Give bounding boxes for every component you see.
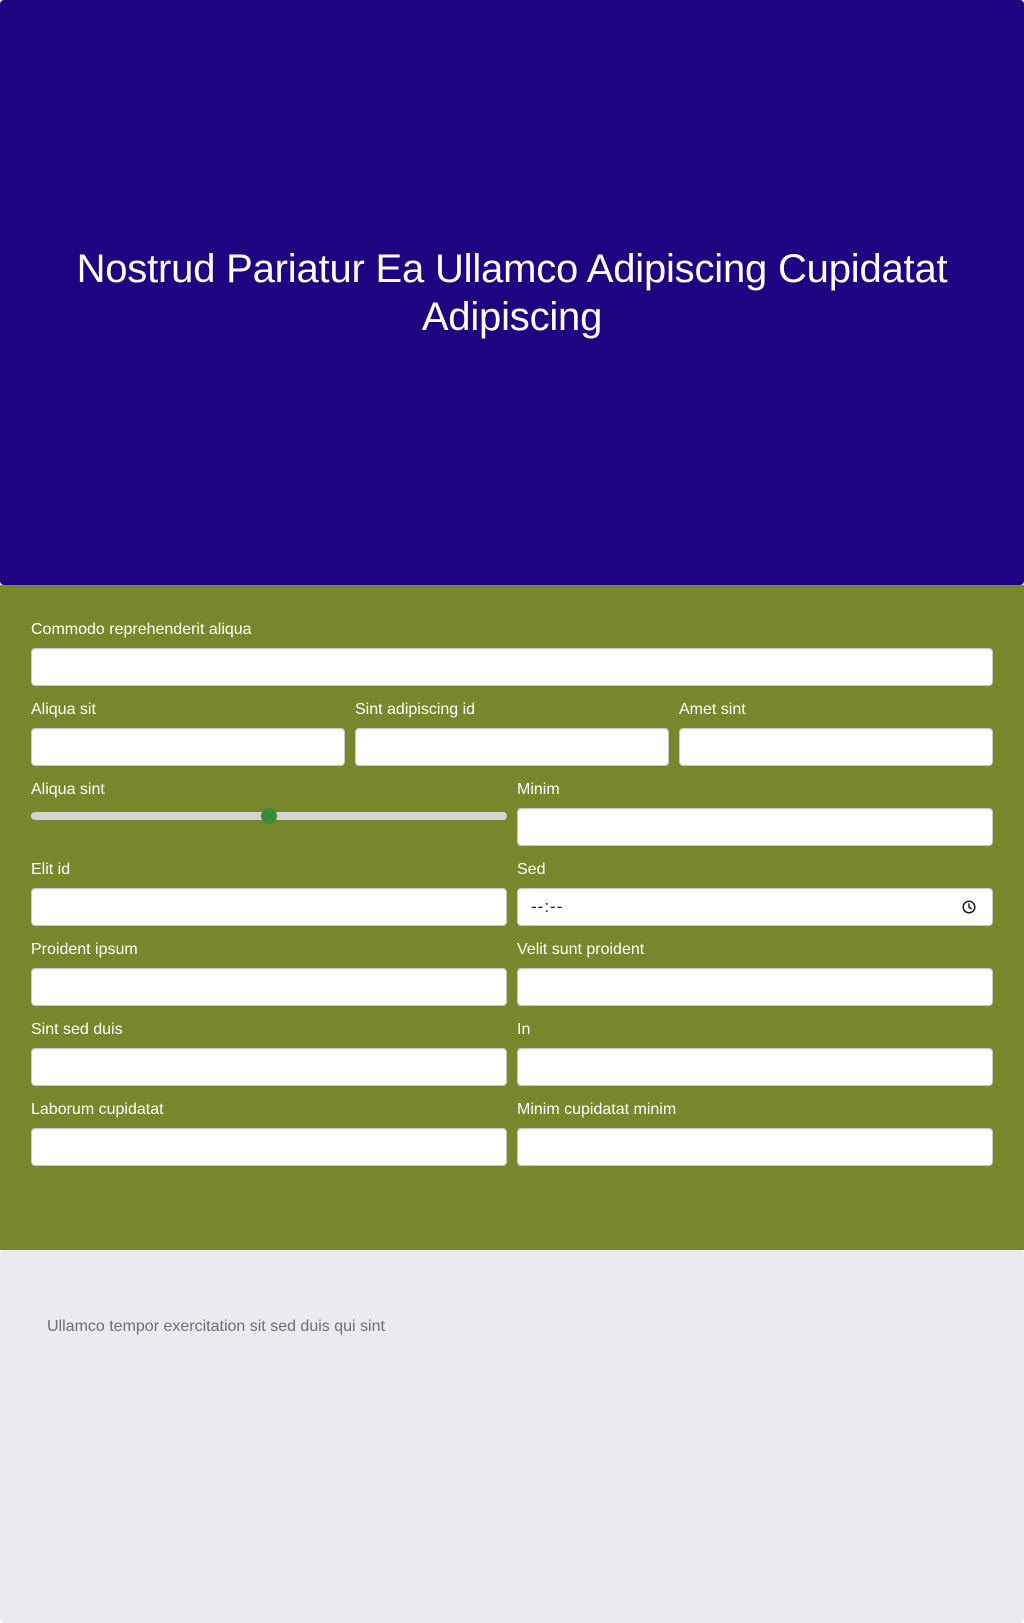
form-row: Proident ipsum Velit sunt proident [31, 940, 993, 1006]
field-label: Minim [517, 781, 560, 798]
hero-banner: Nostrud Pariatur Ea Ullamco Adipiscing C… [0, 0, 1024, 585]
field-sed: Sed --:-- [517, 860, 993, 926]
field-label: Aliqua sint [31, 781, 105, 798]
field-label: Sint sed duis [31, 1021, 123, 1038]
form-row: Sint sed duis In [31, 1020, 993, 1086]
field-label: Sint adipiscing id [355, 701, 476, 718]
aliqua-sint-slider[interactable] [31, 808, 507, 846]
field-aliqua-sit: Aliqua sit [31, 700, 345, 766]
velit-sunt-input[interactable] [517, 968, 993, 1006]
minim-cupidatat-input[interactable] [517, 1128, 993, 1166]
footer-section: Ullamco tempor exercitation sit sed duis… [0, 1250, 1024, 1623]
elit-id-input[interactable] [31, 888, 507, 926]
sint-adipiscing-input[interactable] [355, 728, 669, 766]
field-velit-sunt: Velit sunt proident [517, 940, 993, 1006]
amet-sint-input[interactable] [679, 728, 993, 766]
time-value: --:-- [531, 897, 564, 916]
form: Commodo reprehenderit aliqua Aliqua sit … [31, 620, 993, 1180]
field-label: Sed [517, 861, 546, 878]
field-aliqua-sint: Aliqua sint [31, 780, 507, 846]
field-commodo: Commodo reprehenderit aliqua [31, 620, 993, 686]
field-label: Velit sunt proident [517, 941, 645, 958]
commodo-input[interactable] [31, 648, 993, 686]
field-sint-adipiscing: Sint adipiscing id [355, 700, 669, 766]
proident-ipsum-input[interactable] [31, 968, 507, 1006]
clock-icon[interactable] [962, 900, 976, 914]
field-label: Aliqua sit [31, 701, 96, 718]
field-elit-id: Elit id [31, 860, 507, 926]
sint-sed-duis-input[interactable] [31, 1048, 507, 1086]
field-in: In [517, 1020, 993, 1086]
in-input[interactable] [517, 1048, 993, 1086]
form-row: Commodo reprehenderit aliqua [31, 620, 993, 686]
slider-thumb[interactable] [261, 808, 277, 824]
form-row: Laborum cupidatat Minim cupidatat minim [31, 1100, 993, 1166]
field-minim: Minim [517, 780, 993, 846]
field-label: Laborum cupidatat [31, 1101, 164, 1118]
field-laborum: Laborum cupidatat [31, 1100, 507, 1166]
form-row: Aliqua sint Minim [31, 780, 993, 846]
form-row: Aliqua sit Sint adipiscing id Amet sint [31, 700, 993, 766]
form-section: Commodo reprehenderit aliqua Aliqua sit … [0, 585, 1024, 1250]
form-row: Elit id Sed --:-- [31, 860, 993, 926]
sed-time-input[interactable]: --:-- [517, 888, 993, 926]
field-label: Minim cupidatat minim [517, 1101, 677, 1118]
field-minim-cupidatat: Minim cupidatat minim [517, 1100, 993, 1166]
field-label: Amet sint [679, 701, 746, 718]
footer-text: Ullamco tempor exercitation sit sed duis… [47, 1318, 385, 1335]
field-sint-sed-duis: Sint sed duis [31, 1020, 507, 1086]
field-label: Commodo reprehenderit aliqua [31, 621, 252, 638]
field-label: In [517, 1021, 531, 1038]
field-proident-ipsum: Proident ipsum [31, 940, 507, 1006]
field-label: Elit id [31, 861, 71, 878]
minim-input[interactable] [517, 808, 993, 846]
laborum-input[interactable] [31, 1128, 507, 1166]
aliqua-sit-input[interactable] [31, 728, 345, 766]
hero-title: Nostrud Pariatur Ea Ullamco Adipiscing C… [76, 246, 948, 339]
field-label: Proident ipsum [31, 941, 138, 958]
field-amet-sint: Amet sint [679, 700, 993, 766]
